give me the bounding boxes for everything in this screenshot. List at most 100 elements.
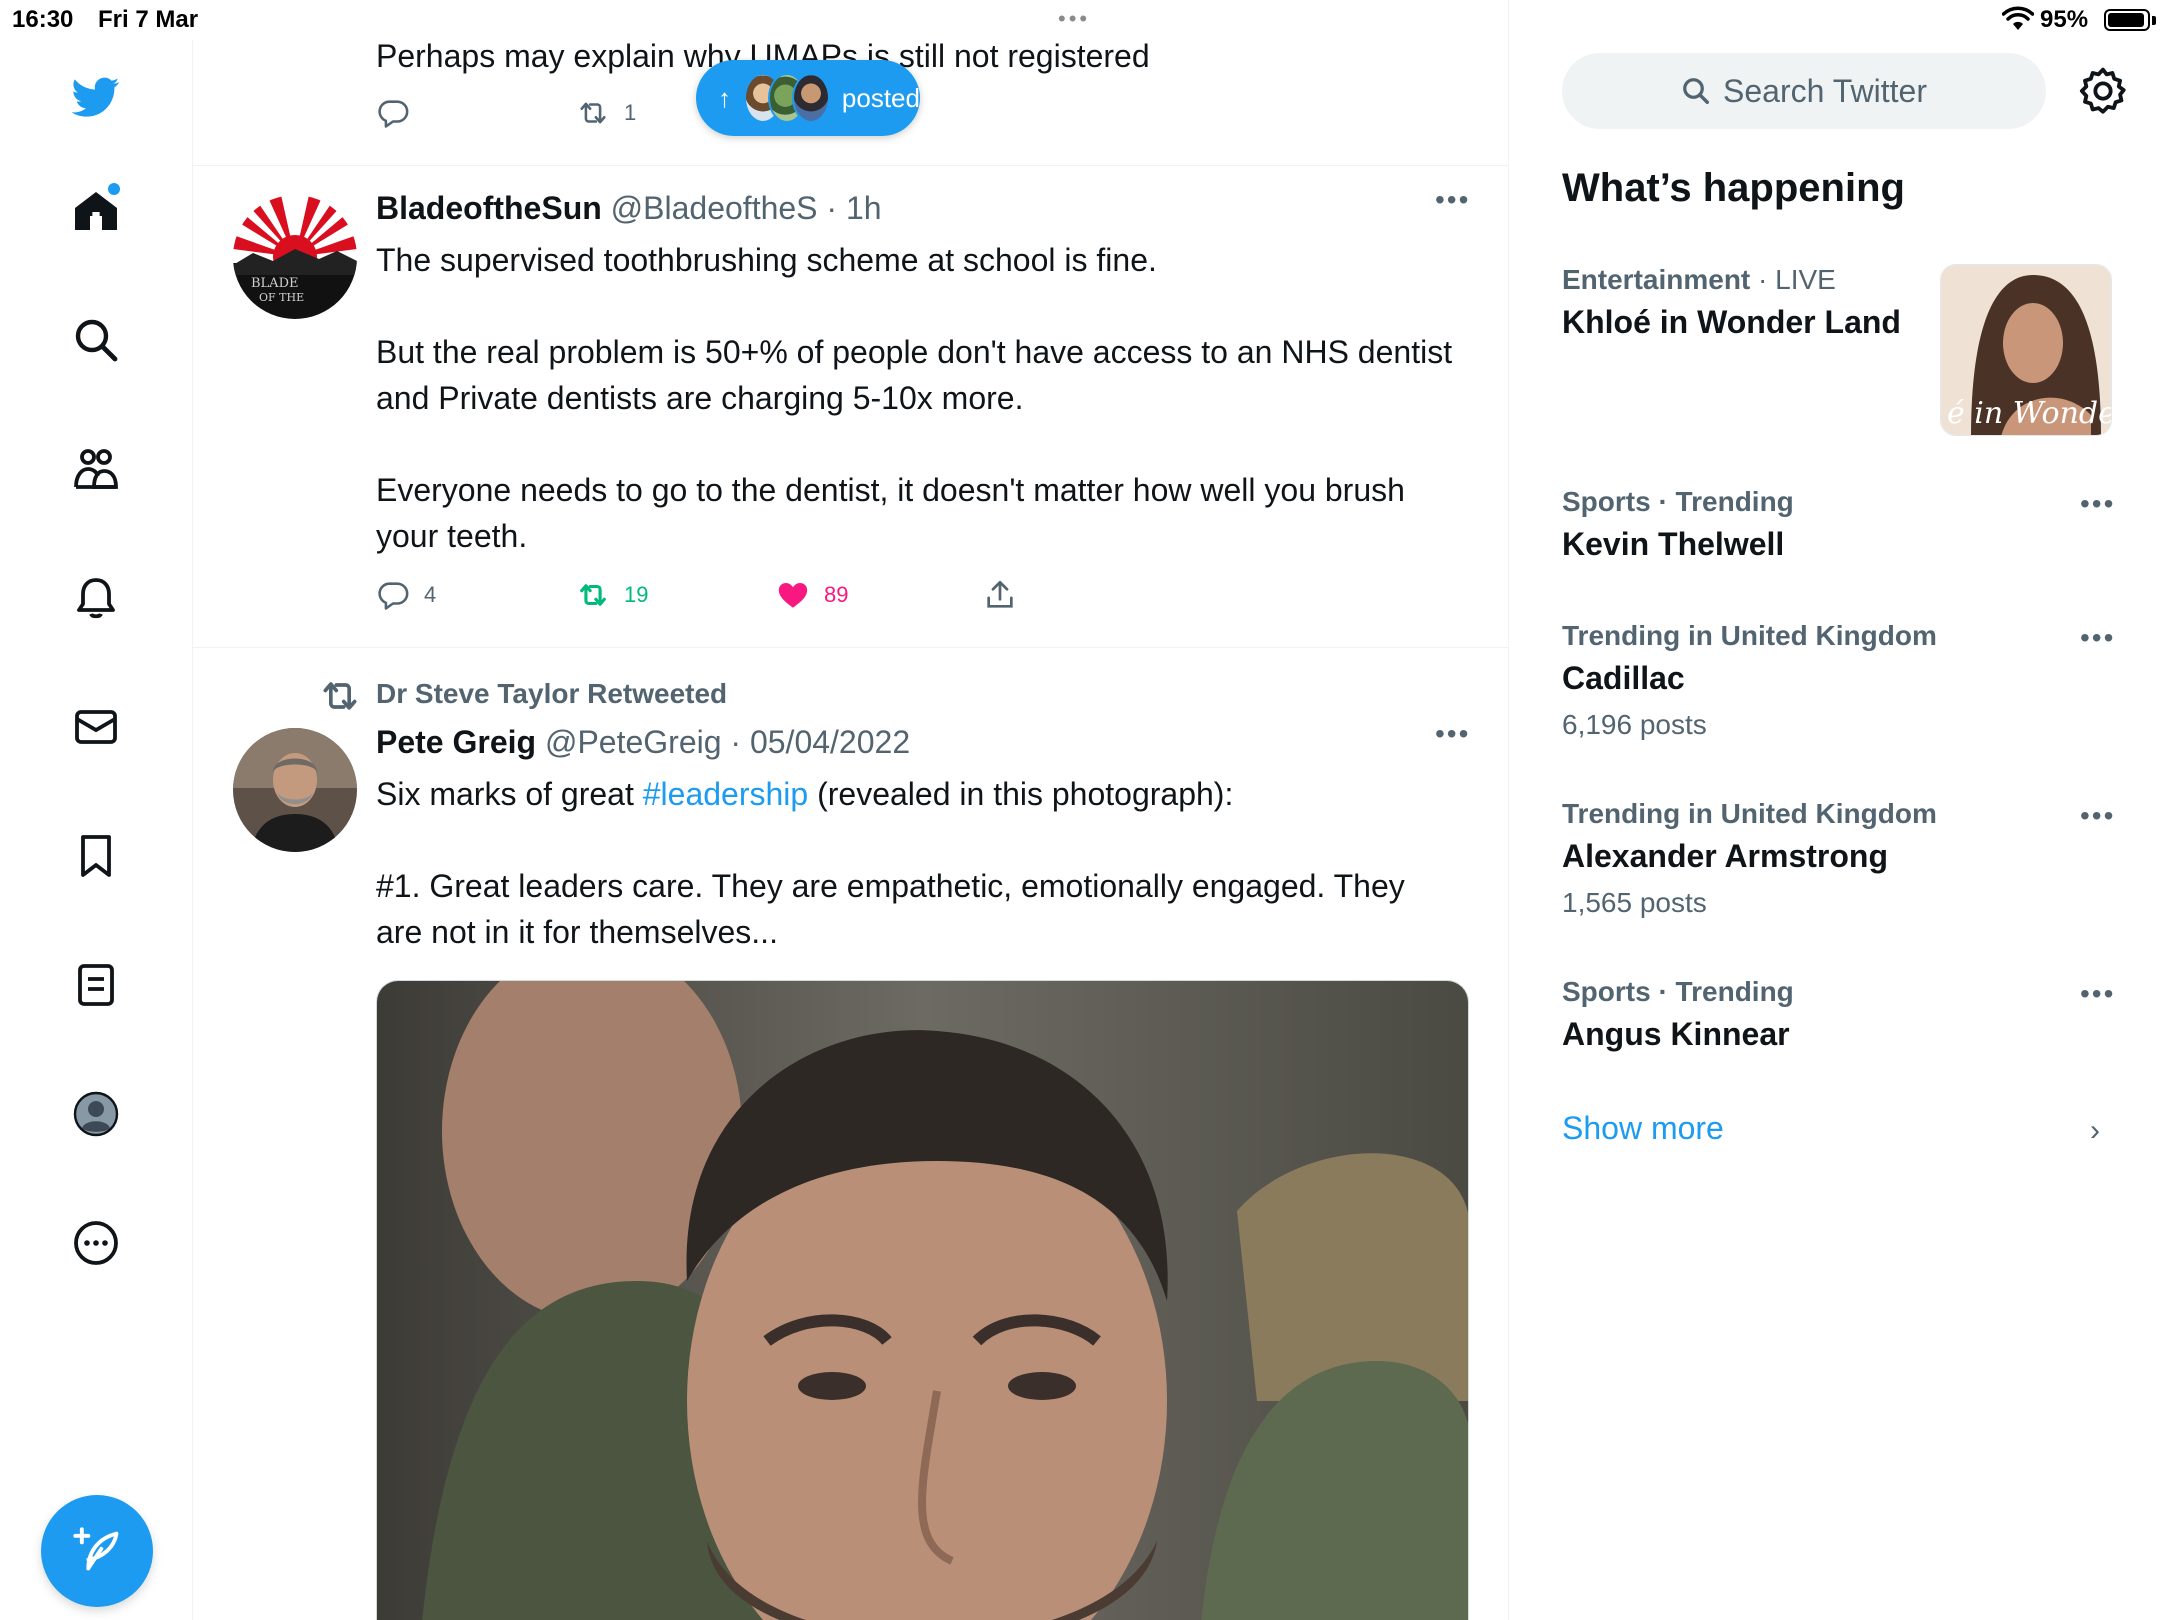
timeline: Perhaps may explain why UMAPs is still n… xyxy=(193,0,1509,1620)
lists-icon[interactable] xyxy=(64,953,128,1017)
gear-icon[interactable] xyxy=(2076,64,2130,118)
status-date: Fri 7 Mar xyxy=(98,6,199,33)
like-button[interactable]: 89 xyxy=(776,578,848,612)
retweet-count: 19 xyxy=(624,582,649,607)
tweet-photo[interactable] xyxy=(376,980,1469,1620)
display-name[interactable]: Pete Greig xyxy=(376,724,536,760)
retweet-count: 1 xyxy=(624,100,637,125)
retweet-icon xyxy=(323,682,357,710)
svg-text:BLADE: BLADE xyxy=(251,276,299,291)
avatar[interactable]: BLADE OF THE xyxy=(233,195,357,319)
trend-category-label: Entertainment xyxy=(1562,264,1751,295)
search-input[interactable]: Search Twitter xyxy=(1562,53,2046,129)
retweeted-by-label[interactable]: Dr Steve Taylor Retweeted xyxy=(376,678,727,710)
trend-more-icon[interactable]: ••• xyxy=(2080,978,2115,1010)
compose-icon xyxy=(73,1527,119,1571)
bookmark-icon xyxy=(81,835,111,877)
new-content-dot xyxy=(108,183,120,195)
trend-item[interactable]: Sports · Trending Angus Kinnear xyxy=(1562,976,2122,1053)
list-icon xyxy=(78,964,114,1006)
reply-icon xyxy=(378,582,409,610)
portrait-avatar xyxy=(233,728,357,852)
tweet-card[interactable]: BLADE OF THE BladeoftheSun @BladeoftheS … xyxy=(193,166,1508,648)
new-posts-label: posted xyxy=(841,82,920,113)
home-icon[interactable] xyxy=(64,179,128,243)
tweet-header: BladeoftheSun @BladeoftheS · 1h xyxy=(376,190,882,227)
trend-name: Kevin Thelwell xyxy=(1562,526,1785,562)
timestamp[interactable]: · 1h xyxy=(826,190,881,226)
more-icon[interactable] xyxy=(64,1211,128,1275)
more-circle-icon xyxy=(74,1221,118,1265)
reply-button[interactable]: 4 xyxy=(376,578,436,612)
hashtag-link[interactable]: #leadership xyxy=(643,776,808,812)
bird-icon xyxy=(72,77,120,117)
reply-icon xyxy=(378,100,409,128)
messages-icon[interactable] xyxy=(64,695,128,759)
show-more-link[interactable]: Show more xyxy=(1562,1110,1724,1147)
chevron-right-icon[interactable]: › xyxy=(2090,1114,2100,1148)
rising-sun-avatar: BLADE OF THE xyxy=(233,195,357,319)
tweet-header: Pete Greig @PeteGreig · 05/04/2022 xyxy=(376,724,910,761)
tweet-text: Six marks of great xyxy=(376,776,643,812)
profile-icon[interactable] xyxy=(64,1082,128,1146)
trend-thumbnail[interactable]: é in Wonder L xyxy=(1940,264,2112,436)
trend-category: Sports · Trending xyxy=(1562,976,1794,1007)
like-count: 89 xyxy=(824,582,849,607)
trend-name: Alexander Armstrong xyxy=(1562,838,1888,874)
tweet-body: Six marks of great #leadership (revealed… xyxy=(376,771,1456,955)
trend-more-icon[interactable]: ••• xyxy=(2080,488,2115,520)
avatar[interactable] xyxy=(233,728,357,852)
reply-button[interactable] xyxy=(376,96,410,130)
live-label: · LIVE xyxy=(1758,264,1836,295)
photo-image xyxy=(377,981,1468,1620)
trend-count: 1,565 posts xyxy=(1562,887,1707,918)
share-icon xyxy=(987,580,1013,608)
new-posts-pill[interactable]: ↑ posted xyxy=(696,60,920,136)
tweet-paragraph: Six marks of great #leadership (revealed… xyxy=(376,771,1456,817)
nav-rail xyxy=(0,40,193,1620)
tweet-paragraph: But the real problem is 50+% of people d… xyxy=(376,334,1453,416)
tweet-paragraph: The supervised toothbrushing scheme at s… xyxy=(376,242,1157,278)
tweet-body: The supervised toothbrushing scheme at s… xyxy=(376,237,1456,559)
handle[interactable]: @PeteGreig xyxy=(545,724,722,760)
tweet-more-icon[interactable]: ••• xyxy=(1435,718,1470,750)
whats-happening-title: What’s happening xyxy=(1562,166,1905,210)
timestamp[interactable]: · 05/04/2022 xyxy=(730,724,910,760)
trend-item[interactable]: Sports · Trending Kevin Thelwell xyxy=(1562,486,2122,563)
tweet-more-icon[interactable]: ••• xyxy=(1435,184,1470,216)
right-sidebar: Search Twitter What’s happening Entertai… xyxy=(1510,0,2160,1620)
arrow-up-icon: ↑ xyxy=(718,82,731,113)
retweet-button[interactable]: 19 xyxy=(576,578,648,612)
retweet-icon xyxy=(580,102,606,124)
reply-count: 4 xyxy=(424,582,437,607)
twitter-logo[interactable] xyxy=(64,65,128,129)
trend-image-caption: é in Wonder L xyxy=(1947,396,2112,431)
bell-icon xyxy=(77,578,115,619)
handle[interactable]: @BladeoftheS xyxy=(611,190,818,226)
trend-more-icon[interactable]: ••• xyxy=(2080,800,2115,832)
trend-item[interactable]: Trending in United Kingdom Cadillac 6,19… xyxy=(1562,620,2122,741)
status-time: 16:30 xyxy=(12,6,74,33)
tweet-paragraph: Everyone needs to go to the dentist, it … xyxy=(376,472,1405,554)
trend-name: Angus Kinnear xyxy=(1562,1016,1790,1052)
retweet-icon xyxy=(580,584,606,606)
trend-item[interactable]: Trending in United Kingdom Alexander Arm… xyxy=(1562,798,2122,919)
trend-count: 6,196 posts xyxy=(1562,709,1707,740)
notifications-icon[interactable] xyxy=(64,566,128,630)
trend-category: Sports · Trending xyxy=(1562,486,1794,517)
explore-search-icon[interactable] xyxy=(64,308,128,372)
bookmarks-icon[interactable] xyxy=(64,824,128,888)
avatar-icon xyxy=(73,1091,119,1137)
search-placeholder: Search Twitter xyxy=(1723,72,1927,109)
display-name[interactable]: BladeoftheSun xyxy=(376,190,602,226)
retweet-button[interactable]: 1 xyxy=(576,96,636,130)
trend-category: Trending in United Kingdom xyxy=(1562,798,1937,829)
avatar xyxy=(791,73,830,123)
trend-more-icon[interactable]: ••• xyxy=(2080,622,2115,654)
people-icon xyxy=(74,449,118,489)
compose-button[interactable] xyxy=(41,1495,153,1607)
svg-text:OF THE: OF THE xyxy=(259,291,304,304)
communities-icon[interactable] xyxy=(64,437,128,501)
tweet-paragraph: #1. Great leaders care. They are empathe… xyxy=(376,868,1405,950)
share-button[interactable] xyxy=(983,578,1017,612)
